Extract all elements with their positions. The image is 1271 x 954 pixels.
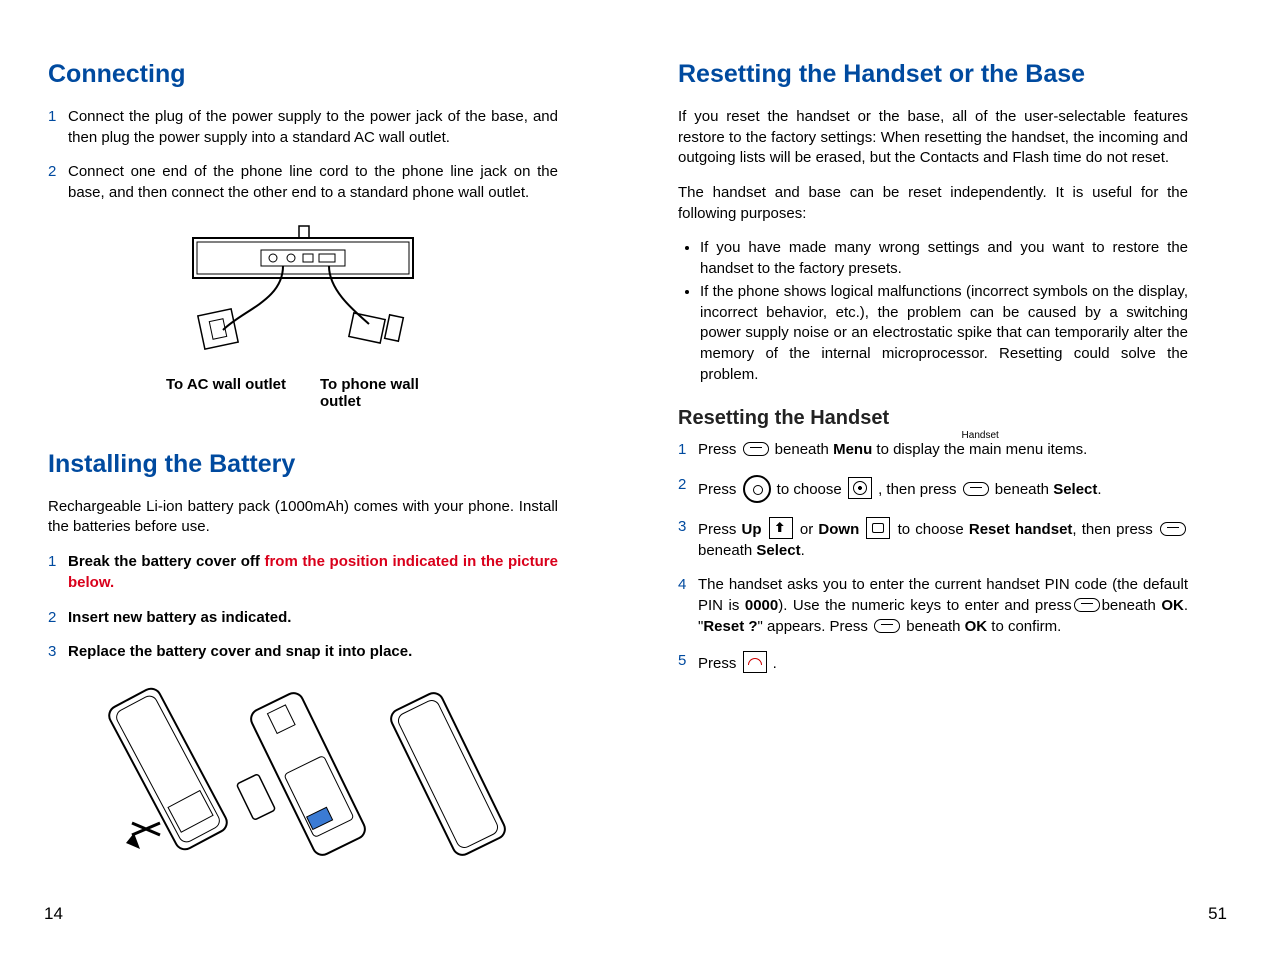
t: " appears. Press bbox=[758, 618, 873, 635]
pin-label: 0000 bbox=[745, 597, 778, 614]
resetting-para1: If you reset the handset or the base, al… bbox=[678, 107, 1188, 169]
t: or bbox=[795, 521, 819, 538]
t: beneath bbox=[698, 542, 756, 559]
t: ). Use the numeric keys to enter and pre… bbox=[778, 597, 1071, 614]
softkey-icon bbox=[963, 482, 989, 496]
step-text: Connect the plug of the power supply to … bbox=[68, 107, 558, 148]
connecting-title: Connecting bbox=[48, 60, 558, 89]
step-text: Insert new battery as indicated. bbox=[68, 608, 558, 629]
t: to display the main menu items. bbox=[872, 441, 1087, 458]
battery-steps: 1 Break the battery cover off from the p… bbox=[48, 552, 558, 663]
step-text: The handset asks you to enter the curren… bbox=[698, 575, 1188, 637]
resetting-bullet-2: If the phone shows logical malfunctions … bbox=[700, 282, 1188, 385]
resetting-para2: The handset and base can be reset indepe… bbox=[678, 183, 1188, 224]
t: beneath bbox=[1102, 597, 1162, 614]
battery-step-3: 3 Replace the battery cover and snap it … bbox=[48, 642, 558, 663]
t: to choose bbox=[892, 521, 968, 538]
settings-icon bbox=[848, 477, 872, 499]
step-number: 2 bbox=[48, 608, 68, 629]
reset-handset-label: Reset handset bbox=[969, 521, 1073, 538]
reset-step-2: 2 Press to choose , then press beneath S… bbox=[678, 475, 1188, 503]
reset-q-label: Reset ? bbox=[703, 618, 757, 635]
menu-label: Menu bbox=[833, 441, 872, 458]
ok-label: OK bbox=[965, 618, 988, 635]
page-number-left: 14 bbox=[44, 904, 63, 924]
connecting-step-1: 1 Connect the plug of the power supply t… bbox=[48, 107, 558, 148]
step-text: Press Up or Down to choose Reset handset… bbox=[698, 517, 1188, 561]
reset-handset-title: Resetting the Handset bbox=[678, 407, 1188, 430]
t: beneath bbox=[991, 481, 1054, 498]
t: to confirm. bbox=[987, 618, 1061, 635]
battery-intro: Rechargeable Li-ion battery pack (1000mA… bbox=[48, 497, 558, 538]
battery-title: Installing the Battery bbox=[48, 450, 558, 479]
reset-step-1: 1 Press beneath Menu to display the main… bbox=[678, 440, 1188, 461]
fig-label-phone: To phone wall outlet bbox=[320, 376, 440, 410]
t: to choose bbox=[773, 481, 846, 498]
reset-handset-steps: 1 Press beneath Menu to display the main… bbox=[678, 440, 1188, 675]
connecting-steps: 1 Connect the plug of the power supply t… bbox=[48, 107, 558, 204]
resetting-bullets: If you have made many wrong settings and… bbox=[678, 238, 1188, 385]
nav-wheel-icon bbox=[743, 475, 771, 503]
connecting-step-2: 2 Connect one end of the phone line cord… bbox=[48, 162, 558, 203]
battery-diagram-svg bbox=[78, 679, 528, 869]
step-text: Press . bbox=[698, 651, 1188, 675]
step-text: Press to choose , then press beneath Sel… bbox=[698, 475, 1188, 503]
right-page: Resetting the Handset or the Base If you… bbox=[618, 60, 1188, 924]
step-number: 5 bbox=[678, 651, 698, 675]
t: Press bbox=[698, 481, 741, 498]
step-number: 3 bbox=[48, 642, 68, 663]
softkey-icon bbox=[743, 442, 769, 456]
base-connection-figure: To AC wall outlet To phone wall outlet bbox=[48, 220, 558, 410]
step-number: 4 bbox=[678, 575, 698, 637]
t: . bbox=[769, 655, 777, 672]
t: Press bbox=[698, 655, 741, 672]
resetting-title: Resetting the Handset or the Base bbox=[678, 60, 1188, 89]
step-text: Press beneath Menu to display the main m… bbox=[698, 440, 1188, 461]
t: , then press bbox=[874, 481, 961, 498]
left-page: Connecting 1 Connect the plug of the pow… bbox=[48, 60, 618, 924]
down-icon bbox=[866, 517, 890, 539]
step-text: Connect one end of the phone line cord t… bbox=[68, 162, 558, 203]
t: Press bbox=[698, 521, 742, 538]
t: beneath bbox=[771, 441, 834, 458]
fig-label-ac: To AC wall outlet bbox=[166, 376, 286, 410]
step-text: Replace the battery cover and snap it in… bbox=[68, 642, 558, 663]
select-label: Select bbox=[756, 542, 800, 559]
softkey-icon bbox=[874, 619, 900, 633]
step-number: 1 bbox=[678, 440, 698, 461]
step-number: 1 bbox=[48, 107, 68, 148]
step-number: 2 bbox=[678, 475, 698, 503]
step-number: 3 bbox=[678, 517, 698, 561]
reset-step-3: 3 Press Up or Down to choose Reset hands… bbox=[678, 517, 1188, 561]
base-diagram-svg bbox=[153, 220, 453, 370]
t: beneath bbox=[902, 618, 965, 635]
t: Press bbox=[698, 441, 741, 458]
battery-step-1: 1 Break the battery cover off from the p… bbox=[48, 552, 558, 593]
handset-small-label: Handset bbox=[962, 430, 999, 441]
select-label: Select bbox=[1053, 481, 1097, 498]
reset-step-5: 5 Press . bbox=[678, 651, 1188, 675]
step-number: 1 bbox=[48, 552, 68, 593]
up-label: Up bbox=[742, 521, 762, 538]
ok-label: OK bbox=[1161, 597, 1184, 614]
hangup-icon bbox=[743, 651, 767, 673]
step-number: 2 bbox=[48, 162, 68, 203]
up-icon bbox=[769, 517, 793, 539]
step-text-bold: Break the battery cover off bbox=[68, 553, 264, 570]
battery-figure bbox=[48, 679, 558, 869]
resetting-bullet-1: If you have made many wrong settings and… bbox=[700, 238, 1188, 279]
page-number-right: 51 bbox=[1208, 904, 1227, 924]
reset-step-4: 4 The handset asks you to enter the curr… bbox=[678, 575, 1188, 637]
softkey-icon bbox=[1160, 522, 1186, 536]
page-spread: Connecting 1 Connect the plug of the pow… bbox=[0, 0, 1271, 954]
battery-step-2: 2 Insert new battery as indicated. bbox=[48, 608, 558, 629]
down-label: Down bbox=[818, 521, 859, 538]
softkey-icon bbox=[1074, 598, 1100, 612]
step-text: Break the battery cover off from the pos… bbox=[68, 552, 558, 593]
t: , then press bbox=[1072, 521, 1158, 538]
